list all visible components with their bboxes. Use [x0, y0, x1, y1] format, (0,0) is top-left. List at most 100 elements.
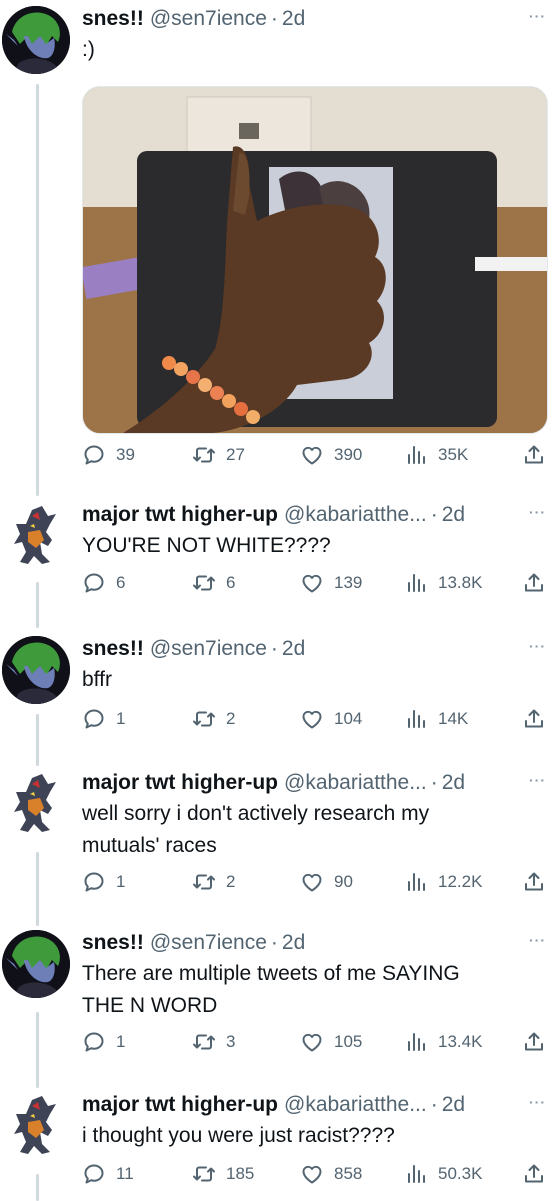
share-button[interactable]: [522, 1159, 546, 1189]
display-name[interactable]: snes!!: [82, 636, 144, 662]
share-icon: [522, 443, 546, 467]
display-name[interactable]: major twt higher-up: [82, 1092, 278, 1118]
share-button[interactable]: [522, 867, 546, 897]
avatar[interactable]: [2, 770, 70, 838]
reply-count: 11: [116, 1164, 134, 1183]
views-icon: [404, 571, 428, 595]
like-button[interactable]: 390: [300, 440, 362, 470]
display-name[interactable]: snes!!: [82, 930, 144, 956]
views-button[interactable]: 35K: [404, 440, 468, 470]
tweet-text-line: mutuals' races: [82, 834, 217, 857]
timestamp[interactable]: 2d: [442, 1092, 465, 1118]
reply-count: 1: [116, 872, 126, 891]
handle[interactable]: @sen7ience: [150, 6, 267, 32]
timestamp[interactable]: 2d: [282, 6, 305, 32]
views-button[interactable]: 13.4K: [404, 1027, 482, 1057]
like-icon: [300, 571, 324, 595]
more-icon[interactable]: ···: [529, 932, 546, 948]
views-icon: [404, 707, 428, 731]
reply-icon: [82, 443, 106, 467]
reply-icon: [82, 1030, 106, 1054]
reply-count: 39: [116, 445, 135, 464]
handle[interactable]: @sen7ience: [150, 636, 267, 662]
display-name[interactable]: major twt higher-up: [82, 770, 278, 796]
avatar[interactable]: [2, 1092, 70, 1160]
timestamp[interactable]: 2d: [282, 930, 305, 956]
tweet-text-line: THE N WORD: [82, 994, 218, 1017]
avatar[interactable]: [2, 636, 70, 704]
tweet-text: YOU'RE NOT WHITE????: [82, 534, 331, 557]
retweet-button[interactable]: 6: [192, 568, 235, 598]
share-icon: [522, 870, 546, 894]
reply-button[interactable]: 6: [82, 568, 125, 598]
handle[interactable]: @kabariatthe...: [284, 502, 427, 528]
retweet-button[interactable]: 2: [192, 704, 235, 734]
more-icon[interactable]: ···: [529, 638, 546, 654]
separator: ·: [430, 771, 438, 794]
views-icon: [404, 1162, 428, 1186]
tweet-actions: 1 2 90 12.2K: [82, 867, 546, 897]
reply-button[interactable]: 1: [82, 1027, 125, 1057]
reply-icon: [82, 870, 106, 894]
retweet-button[interactable]: 185: [192, 1159, 254, 1189]
reply-icon: [82, 707, 106, 731]
like-button[interactable]: 139: [300, 568, 362, 598]
reply-button[interactable]: 11: [82, 1159, 134, 1189]
views-button[interactable]: 12.2K: [404, 867, 482, 897]
tweet-actions: 6 6 139 13.8K: [82, 568, 546, 598]
retweet-button[interactable]: 3: [192, 1027, 235, 1057]
handle[interactable]: @kabariatthe...: [284, 1092, 427, 1118]
more-icon[interactable]: ···: [529, 504, 546, 520]
more-icon[interactable]: ···: [529, 1094, 546, 1110]
retweet-count: 2: [226, 872, 236, 891]
reply-count: 6: [116, 573, 126, 592]
reply-button[interactable]: 1: [82, 867, 125, 897]
more-icon[interactable]: ···: [529, 772, 546, 788]
handle[interactable]: @kabariatthe...: [284, 770, 427, 796]
views-button[interactable]: 14K: [404, 704, 468, 734]
handle[interactable]: @sen7ience: [150, 930, 267, 956]
view-count: 13.8K: [438, 573, 483, 592]
display-name[interactable]: major twt higher-up: [82, 502, 278, 528]
reply-button[interactable]: 1: [82, 704, 125, 734]
avatar[interactable]: [2, 6, 70, 74]
tweet[interactable]: snes!! @sen7ience · 2d ··· There are mul…: [0, 930, 560, 1060]
tweet[interactable]: snes!! @sen7ience · 2d ··· bffr 1 2 104 …: [0, 636, 560, 746]
retweet-count: 2: [226, 709, 236, 728]
share-button[interactable]: [522, 440, 546, 470]
tweet[interactable]: snes!! @sen7ience · 2d ··· :) 39 27 390 …: [0, 6, 560, 476]
share-button[interactable]: [522, 1027, 546, 1057]
tweet[interactable]: major twt higher-up @kabariatthe... · 2d…: [0, 1092, 560, 1201]
retweet-count: 6: [226, 573, 236, 592]
tweet-text-line: There are multiple tweets of me SAYING: [82, 962, 460, 985]
share-button[interactable]: [522, 568, 546, 598]
avatar[interactable]: [2, 930, 70, 998]
more-icon[interactable]: ···: [529, 8, 546, 24]
share-button[interactable]: [522, 704, 546, 734]
like-button[interactable]: 90: [300, 867, 353, 897]
retweet-count: 185: [226, 1164, 255, 1183]
timestamp[interactable]: 2d: [282, 636, 305, 662]
separator: ·: [430, 1093, 438, 1116]
tweet-photo[interactable]: [82, 86, 548, 434]
views-button[interactable]: 13.8K: [404, 568, 482, 598]
retweet-button[interactable]: 27: [192, 440, 245, 470]
tweet-text: i thought you were just racist????: [82, 1124, 395, 1147]
avatar[interactable]: [2, 502, 70, 570]
timestamp[interactable]: 2d: [442, 502, 465, 528]
separator: ·: [270, 637, 278, 660]
views-button[interactable]: 50.3K: [404, 1159, 482, 1189]
display-name[interactable]: snes!!: [82, 6, 144, 32]
timestamp[interactable]: 2d: [442, 770, 465, 796]
retweet-icon: [192, 571, 216, 595]
tweet[interactable]: major twt higher-up @kabariatthe... · 2d…: [0, 502, 560, 612]
reply-button[interactable]: 39: [82, 440, 135, 470]
tweet[interactable]: major twt higher-up @kabariatthe... · 2d…: [0, 770, 560, 900]
views-icon: [404, 443, 428, 467]
like-button[interactable]: 105: [300, 1027, 362, 1057]
tweet-text: bffr: [82, 668, 112, 691]
like-button[interactable]: 104: [300, 704, 362, 734]
view-count: 12.2K: [438, 872, 483, 891]
retweet-button[interactable]: 2: [192, 867, 235, 897]
like-button[interactable]: 858: [300, 1159, 362, 1189]
